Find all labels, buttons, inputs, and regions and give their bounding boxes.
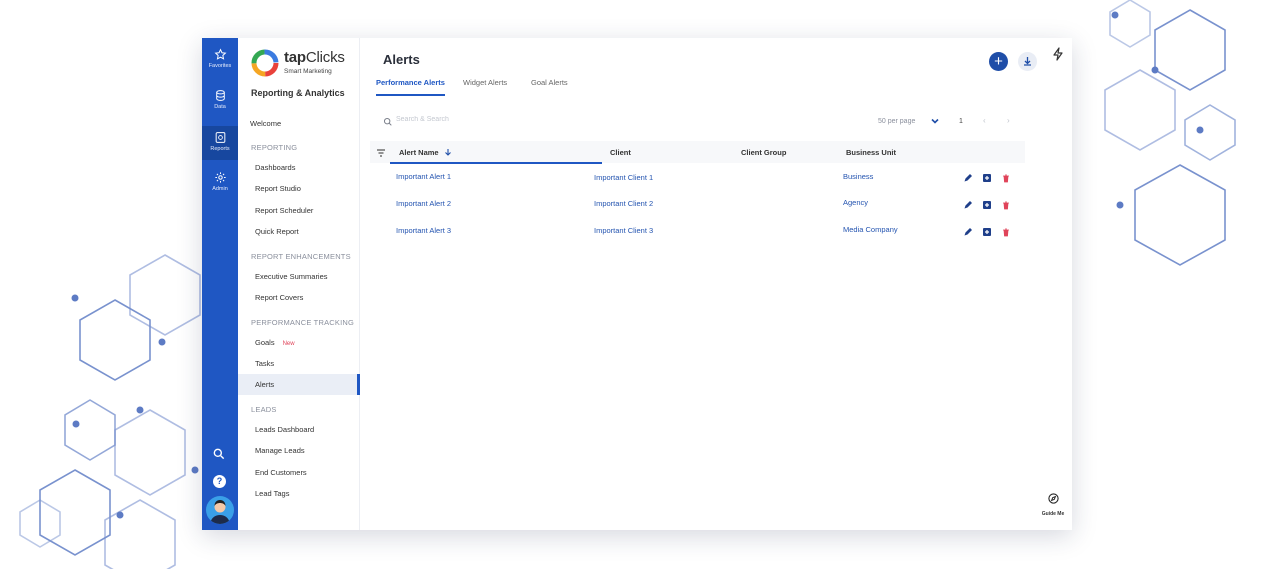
menu-item-report-studio[interactable]: Report Studio: [238, 178, 360, 199]
rail-label: Admin: [212, 186, 228, 192]
business-unit-link[interactable]: Business: [843, 172, 873, 181]
menu-item-report-scheduler[interactable]: Report Scheduler: [238, 200, 360, 221]
delete-icon[interactable]: [1001, 170, 1011, 188]
app-window: Favorites Data Reports Admin ? tapClicks…: [202, 38, 1072, 530]
table-row: Important Alert 1 Important Client 1 Bus…: [370, 163, 1025, 190]
search-icon: [383, 117, 392, 126]
table-header: Alert Name Client Client Group Business …: [370, 141, 1025, 164]
brand-name: tapClicks: [284, 49, 345, 66]
nav-rail: Favorites Data Reports Admin ?: [202, 38, 238, 530]
menu-item-goals[interactable]: Goals New: [238, 332, 360, 353]
prev-page-button[interactable]: ‹: [983, 116, 986, 125]
add-alert-button[interactable]: +: [989, 52, 1008, 71]
alerts-table: Alert Name Client Client Group Business …: [370, 141, 1025, 244]
menu-item-lead-tags[interactable]: Lead Tags: [238, 483, 360, 504]
row-actions: [963, 224, 1023, 237]
brand-name-bold: tap: [284, 49, 306, 66]
report-icon: [215, 132, 225, 143]
menu-item-tasks[interactable]: Tasks: [238, 353, 360, 374]
section-performance-tracking: PERFORMANCE TRACKING: [251, 318, 355, 327]
per-page-select[interactable]: 50 per page: [878, 118, 915, 125]
menu-item-quick-report[interactable]: Quick Report: [238, 221, 360, 242]
rail-label: Data: [214, 104, 226, 110]
duplicate-icon[interactable]: [982, 170, 992, 188]
tab-widget-alerts[interactable]: Widget Alerts: [463, 78, 507, 96]
menu-item-welcome[interactable]: Welcome: [238, 113, 360, 134]
alert-name-link[interactable]: Important Alert 3: [396, 226, 451, 235]
tab-performance-alerts[interactable]: Performance Alerts: [376, 78, 445, 96]
guide-me-button[interactable]: Guide Me: [1038, 492, 1068, 517]
table-toolbar: 50 per page 1 ‹ ›: [380, 116, 1025, 130]
menu-item-executive-summaries[interactable]: Executive Summaries: [238, 266, 360, 287]
business-unit-link[interactable]: Media Company: [843, 225, 898, 234]
client-link[interactable]: Important Client 3: [594, 226, 653, 235]
client-link[interactable]: Important Client 1: [594, 173, 653, 182]
gear-icon: [214, 172, 226, 183]
filter-icon[interactable]: [376, 148, 386, 158]
section-reporting: REPORTING: [251, 143, 298, 152]
brand-tagline: Smart Marketing: [284, 68, 332, 75]
alert-name-link[interactable]: Important Alert 2: [396, 199, 451, 208]
table-row: Important Alert 2 Important Client 2 Age…: [370, 190, 1025, 217]
rail-label: Favorites: [208, 63, 232, 69]
edit-icon[interactable]: [963, 224, 973, 242]
menu-item-manage-leads[interactable]: Manage Leads: [238, 440, 360, 461]
column-client-group[interactable]: Client Group: [741, 148, 786, 157]
client-link[interactable]: Important Client 2: [594, 199, 653, 208]
database-icon: [215, 90, 225, 101]
product-title: Reporting & Analytics: [251, 88, 345, 98]
download-icon: [1024, 57, 1031, 66]
tab-goal-alerts[interactable]: Goal Alerts: [531, 78, 568, 96]
row-actions: [963, 197, 1023, 210]
edit-icon[interactable]: [963, 170, 973, 188]
guide-me-label: Guide Me: [1041, 511, 1065, 517]
row-actions: [963, 170, 1023, 183]
search-icon[interactable]: [212, 447, 226, 466]
rail-item-admin[interactable]: Admin: [202, 171, 238, 192]
rail-item-favorites[interactable]: Favorites: [202, 48, 238, 69]
new-badge: New: [282, 341, 295, 347]
section-leads: LEADS: [251, 405, 277, 414]
column-alert-name[interactable]: Alert Name: [399, 148, 452, 157]
download-button[interactable]: [1018, 52, 1037, 71]
lightning-icon[interactable]: [1052, 47, 1064, 66]
alert-name-link[interactable]: Important Alert 1: [396, 172, 451, 181]
compass-icon: [1047, 493, 1059, 504]
avatar[interactable]: [206, 496, 234, 524]
delete-icon[interactable]: [1001, 197, 1011, 215]
search-input[interactable]: [396, 116, 596, 123]
tapclicks-logo-icon: [251, 49, 279, 77]
main-content: Alerts Performance Alerts Widget Alerts …: [360, 38, 1072, 530]
business-unit-link[interactable]: Agency: [843, 198, 868, 207]
page-title: Alerts: [383, 52, 420, 67]
help-icon[interactable]: ?: [213, 475, 226, 488]
side-menu: tapClicks Smart Marketing Reporting & An…: [238, 38, 360, 530]
arrow-down-icon: [444, 149, 451, 156]
column-alert-name-label: Alert Name: [399, 148, 439, 157]
menu-item-report-covers[interactable]: Report Covers: [238, 287, 360, 308]
menu-item-goals-label: Goals: [255, 338, 275, 347]
section-report-enhancements: REPORT ENHANCEMENTS: [251, 252, 351, 261]
brand-name-rest: Clicks: [305, 49, 345, 66]
column-client[interactable]: Client: [610, 148, 631, 157]
rail-item-data[interactable]: Data: [202, 89, 238, 110]
duplicate-icon[interactable]: [982, 197, 992, 215]
rail-label: Reports: [210, 146, 230, 152]
table-row: Important Alert 3 Important Client 3 Med…: [370, 217, 1025, 244]
edit-icon[interactable]: [963, 197, 973, 215]
menu-item-alerts[interactable]: Alerts: [238, 374, 360, 395]
duplicate-icon[interactable]: [982, 224, 992, 242]
chevron-down-icon[interactable]: [930, 116, 940, 126]
menu-item-dashboards[interactable]: Dashboards: [238, 157, 360, 178]
delete-icon[interactable]: [1001, 224, 1011, 242]
next-page-button[interactable]: ›: [1007, 116, 1010, 125]
menu-item-end-customers[interactable]: End Customers: [238, 462, 360, 483]
star-icon: [214, 48, 226, 60]
rail-item-reports[interactable]: Reports: [202, 126, 238, 160]
page-number[interactable]: 1: [959, 118, 963, 125]
brand-logo: tapClicks Smart Marketing: [250, 48, 360, 80]
menu-item-leads-dashboard[interactable]: Leads Dashboard: [238, 419, 360, 440]
column-business-unit[interactable]: Business Unit: [846, 148, 896, 157]
